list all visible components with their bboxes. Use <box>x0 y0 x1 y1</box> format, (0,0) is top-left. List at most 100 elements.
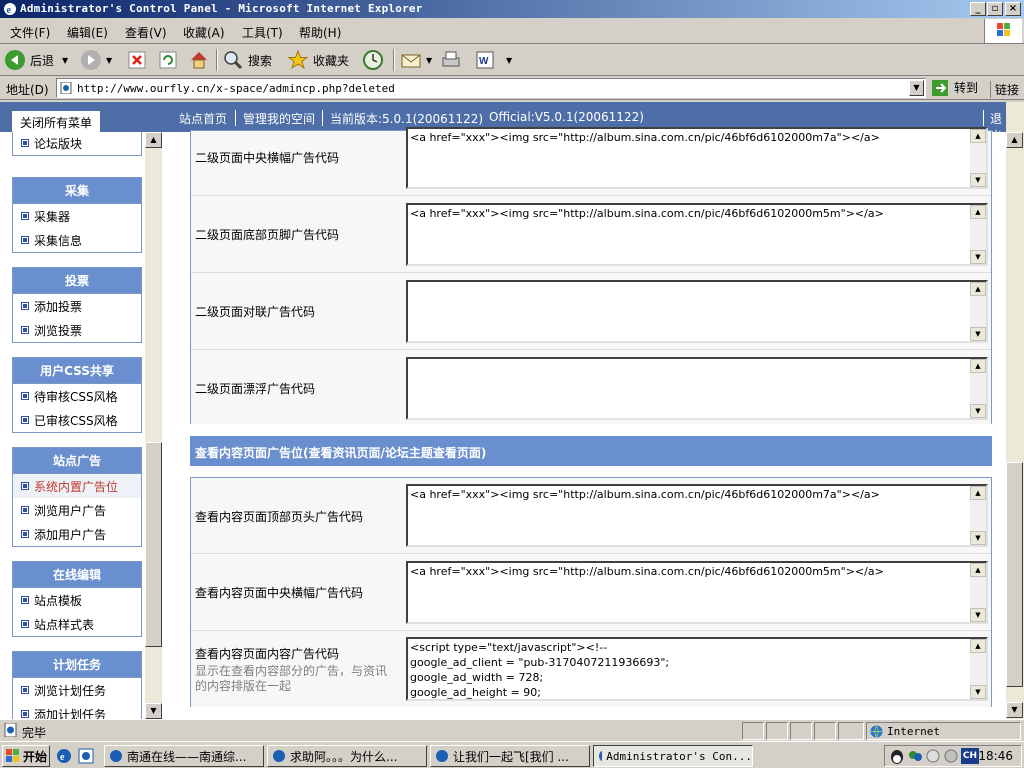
nav-my-space[interactable]: 管理我的空间 <box>243 110 315 127</box>
nav-official[interactable]: Official:V5.0.1(20061122) <box>489 110 644 124</box>
edit-button[interactable]: W ▼ <box>474 48 512 72</box>
ad-code-textarea[interactable]: ▲ ▼ <box>406 357 988 420</box>
minimize-button[interactable]: _ <box>970 2 986 16</box>
close-all-menus-button[interactable]: 关闭所有菜单 <box>12 111 100 132</box>
sidebar-group-title[interactable]: 用户CSS共享 <box>13 358 141 384</box>
close-button[interactable]: × <box>1005 2 1021 16</box>
scroll-down-icon[interactable]: ▼ <box>970 173 986 187</box>
taskbar-window-active[interactable]: Administrator's Con... <box>593 745 753 767</box>
menu-favorites[interactable]: 收藏(A) <box>183 24 225 41</box>
scroll-down-icon[interactable]: ▼ <box>1006 702 1023 718</box>
textarea-scrollbar[interactable]: ▲ ▼ <box>970 282 986 341</box>
sidebar-item-browse-user-ads[interactable]: 浏览用户广告 <box>13 498 141 522</box>
forward-button[interactable]: ▼ <box>80 48 112 72</box>
sidebar-scrollbar[interactable]: ▲ ▼ <box>145 132 162 719</box>
history-button[interactable] <box>362 48 388 72</box>
sidebar-group-title[interactable]: 采集 <box>13 178 141 204</box>
sidebar-item-forum-boards[interactable]: 论坛版块 <box>13 132 141 155</box>
ad-code-textarea[interactable]: <script type="text/javascript"><!-- goog… <box>406 637 988 701</box>
sidebar-item-browse-vote[interactable]: 浏览投票 <box>13 318 141 342</box>
sidebar-item-add-task[interactable]: 添加计划任务 <box>13 702 141 719</box>
scroll-down-icon[interactable]: ▼ <box>970 531 986 545</box>
menu-help[interactable]: 帮助(H) <box>299 24 341 41</box>
sidebar-item-collect-info[interactable]: 采集信息 <box>13 228 141 252</box>
home-button[interactable] <box>188 48 214 72</box>
taskbar-window-2[interactable]: 求助阿。。。为什么... <box>267 745 427 767</box>
scroll-down-icon[interactable]: ▼ <box>970 685 986 699</box>
print-button[interactable] <box>440 48 466 72</box>
nav-logout[interactable]: 退出 <box>990 110 1006 144</box>
sidebar-group-title[interactable]: 在线编辑 <box>13 562 141 588</box>
ie-quicklaunch-icon[interactable]: e <box>56 748 72 764</box>
refresh-button[interactable] <box>157 48 183 72</box>
scroll-up-icon[interactable]: ▲ <box>970 129 986 143</box>
sidebar-group-title[interactable]: 站点广告 <box>13 448 141 474</box>
sidebar-group-title[interactable]: 计划任务 <box>13 652 141 678</box>
sidebar-item-add-vote[interactable]: 添加投票 <box>13 294 141 318</box>
scroll-up-icon[interactable]: ▲ <box>1006 132 1023 148</box>
sidebar-group-title[interactable]: 投票 <box>13 268 141 294</box>
scroll-up-icon[interactable]: ▲ <box>145 132 162 148</box>
address-input[interactable]: http://www.ourfly.cn/x-space/admincp.php… <box>56 78 926 98</box>
taskbar-window-1[interactable]: 南通在线——南通综... <box>104 745 264 767</box>
textarea-scrollbar[interactable]: ▲ ▼ <box>970 129 986 187</box>
scroll-up-icon[interactable]: ▲ <box>970 205 986 219</box>
explorer-quicklaunch-icon[interactable] <box>78 748 94 764</box>
menu-tools[interactable]: 工具(T) <box>242 24 283 41</box>
page-scroll-thumb[interactable] <box>1006 462 1023 687</box>
menu-file[interactable]: 文件(F) <box>10 24 50 41</box>
scroll-up-icon[interactable]: ▲ <box>970 359 986 373</box>
back-dropdown-icon[interactable]: ▼ <box>62 56 68 65</box>
scroll-up-icon[interactable]: ▲ <box>970 282 986 296</box>
ad-code-textarea[interactable]: <a href="xxx"><img src="http://album.sin… <box>406 127 988 189</box>
input-language-indicator[interactable]: CH <box>961 748 979 764</box>
scroll-down-icon[interactable]: ▼ <box>970 608 986 622</box>
sidebar-item-pending-css[interactable]: 待审核CSS风格 <box>13 384 141 408</box>
address-dropdown-icon[interactable]: ▼ <box>909 80 924 96</box>
back-button[interactable]: 后退 ▼ <box>4 48 68 72</box>
nav-site-home[interactable]: 站点首页 <box>179 110 227 127</box>
page-scrollbar[interactable]: ▲ ▼ <box>1006 102 1024 719</box>
volume-icon[interactable] <box>925 748 941 764</box>
edit-dropdown-icon[interactable]: ▼ <box>506 56 512 65</box>
scroll-down-icon[interactable]: ▼ <box>145 703 162 719</box>
links-button[interactable]: 链接 <box>990 81 1019 98</box>
sidebar-item-site-styles[interactable]: 站点样式表 <box>13 612 141 636</box>
start-button[interactable]: 开始 <box>2 745 50 767</box>
sidebar-item-approved-css[interactable]: 已审核CSS风格 <box>13 408 141 432</box>
mail-button[interactable]: ▼ <box>400 48 432 72</box>
sidebar-item-collector[interactable]: 采集器 <box>13 204 141 228</box>
stop-button[interactable] <box>126 48 152 72</box>
sidebar-item-browse-tasks[interactable]: 浏览计划任务 <box>13 678 141 702</box>
textarea-scrollbar[interactable]: ▲ ▼ <box>970 563 986 622</box>
sidebar-scroll-thumb[interactable] <box>145 442 162 647</box>
messenger-icon[interactable] <box>907 748 923 764</box>
search-button[interactable]: 搜索 <box>222 48 272 72</box>
mail-dropdown-icon[interactable]: ▼ <box>426 56 432 65</box>
textarea-scrollbar[interactable]: ▲ ▼ <box>970 205 986 264</box>
scroll-up-icon[interactable]: ▲ <box>970 563 986 577</box>
menu-view[interactable]: 查看(V) <box>125 24 167 41</box>
scroll-down-icon[interactable]: ▼ <box>970 327 986 341</box>
network-icon[interactable] <box>943 748 959 764</box>
ad-code-textarea[interactable]: <a href="xxx"><img src="http://album.sin… <box>406 484 988 547</box>
textarea-scrollbar[interactable]: ▲ ▼ <box>970 359 986 418</box>
go-button[interactable]: 转到 <box>932 79 978 96</box>
ad-code-textarea[interactable]: <a href="xxx"><img src="http://album.sin… <box>406 561 988 624</box>
ad-code-textarea[interactable]: ▲ ▼ <box>406 280 988 343</box>
scroll-down-icon[interactable]: ▼ <box>970 404 986 418</box>
menu-edit[interactable]: 编辑(E) <box>67 24 108 41</box>
qq-penguin-icon[interactable] <box>889 748 905 764</box>
taskbar-window-3[interactable]: 让我们一起飞[我们 ... <box>430 745 590 767</box>
scroll-up-icon[interactable]: ▲ <box>970 639 986 653</box>
textarea-scrollbar[interactable]: ▲ ▼ <box>970 486 986 545</box>
maximize-button[interactable]: ▫ <box>987 2 1003 16</box>
favorites-button[interactable]: 收藏夹 <box>287 48 349 72</box>
sidebar-item-system-ads[interactable]: 系统内置广告位 <box>13 474 141 498</box>
scroll-up-icon[interactable]: ▲ <box>970 486 986 500</box>
sidebar-item-site-templates[interactable]: 站点模板 <box>13 588 141 612</box>
textarea-scrollbar[interactable]: ▲ ▼ <box>970 639 986 699</box>
sidebar-item-add-user-ads[interactable]: 添加用户广告 <box>13 522 141 546</box>
forward-dropdown-icon[interactable]: ▼ <box>106 56 112 65</box>
ad-code-textarea[interactable]: <a href="xxx"><img src="http://album.sin… <box>406 203 988 266</box>
